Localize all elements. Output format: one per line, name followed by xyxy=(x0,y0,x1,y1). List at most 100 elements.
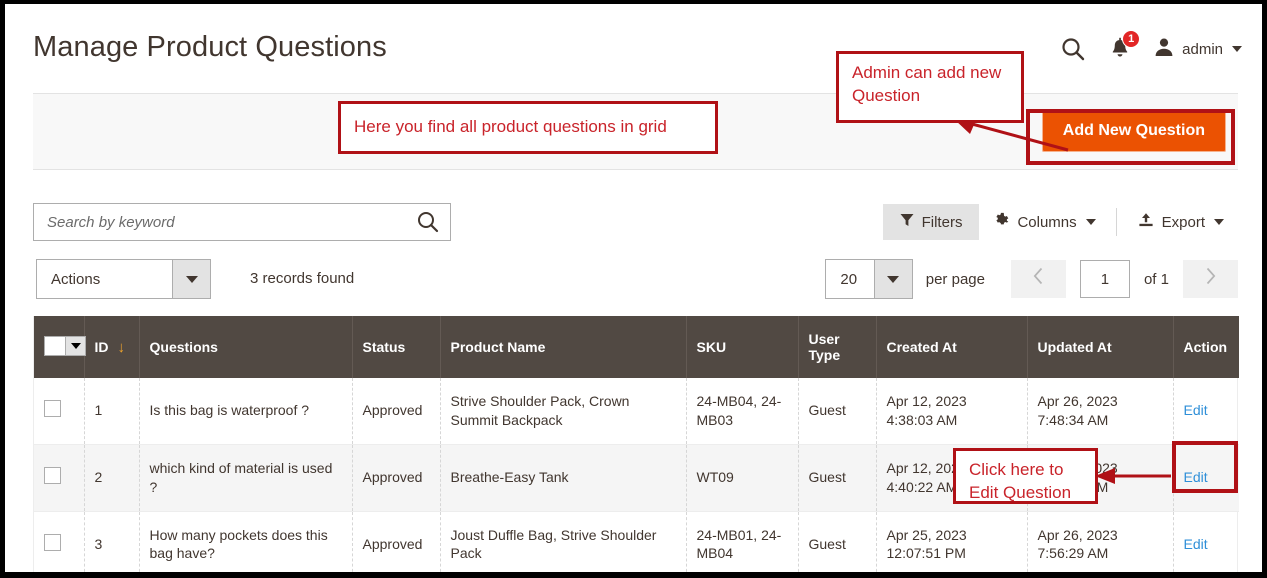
mass-actions-label: Actions xyxy=(37,271,172,288)
row-select-cell[interactable] xyxy=(34,378,84,444)
search-input[interactable] xyxy=(34,214,406,231)
table-row[interactable]: 1 Is this bag is waterproof ? Approved S… xyxy=(34,378,1239,444)
cell-questions: Is this bag is waterproof ? xyxy=(139,378,352,444)
cell-user-type: Guest xyxy=(798,511,876,572)
annotation-edit-note: Click here to Edit Question xyxy=(953,448,1098,504)
cell-created-at: Apr 25, 2023 12:07:51 PM xyxy=(876,511,1027,572)
cell-id: 3 xyxy=(84,511,139,572)
toolbar-divider xyxy=(1116,208,1117,236)
export-button[interactable]: Export xyxy=(1123,203,1238,242)
annotation-arrow-edit xyxy=(1093,466,1175,488)
edit-link[interactable]: Edit xyxy=(1184,402,1208,418)
sort-desc-icon: ↓ xyxy=(118,339,126,356)
cell-status: Approved xyxy=(352,511,440,572)
page-title: Manage Product Questions xyxy=(33,31,387,64)
col-select-all[interactable] xyxy=(34,316,84,378)
row-checkbox[interactable] xyxy=(44,400,61,417)
per-page-select[interactable]: 20 xyxy=(825,259,913,299)
page-header: Manage Product Questions 1 xyxy=(5,4,1262,92)
user-avatar-icon xyxy=(1153,36,1175,63)
search-submit-icon[interactable] xyxy=(406,204,450,240)
row-select-cell[interactable] xyxy=(34,444,84,511)
col-status[interactable]: Status xyxy=(352,316,440,378)
cell-user-type: Guest xyxy=(798,444,876,511)
header-actions: 1 admin xyxy=(1051,30,1242,68)
cell-sku: 24-MB04, 24-MB03 xyxy=(686,378,798,444)
cell-action: Edit xyxy=(1173,378,1239,444)
records-found-label: 3 records found xyxy=(250,270,354,287)
cell-action: Edit xyxy=(1173,511,1239,572)
columns-button[interactable]: Columns xyxy=(979,203,1109,242)
product-questions-grid: ID ↓ Questions Status Product Name SKU Us… xyxy=(33,316,1238,572)
mass-actions-caret[interactable] xyxy=(172,260,210,298)
annotation-highlight-edit-link xyxy=(1172,441,1238,493)
cell-questions: How many pockets does this bag have? xyxy=(139,511,352,572)
select-all-checkbox[interactable] xyxy=(44,336,66,356)
col-sku[interactable]: SKU xyxy=(686,316,798,378)
col-user-type[interactable]: User Type xyxy=(798,316,876,378)
annotation-grid-note-text: Here you find all product questions in g… xyxy=(354,116,667,139)
cell-sku: WT09 xyxy=(686,444,798,511)
row-checkbox[interactable] xyxy=(44,534,61,551)
col-action: Action xyxy=(1173,316,1239,378)
chevron-down-icon xyxy=(1086,219,1096,225)
chevron-down-icon xyxy=(1232,46,1242,52)
search-icon[interactable] xyxy=(1051,30,1095,68)
export-label: Export xyxy=(1162,214,1205,231)
cell-id: 2 xyxy=(84,444,139,511)
chevron-left-icon xyxy=(1033,267,1044,291)
cell-created-at: Apr 12, 2023 4:38:03 AM xyxy=(876,378,1027,444)
cell-updated-at: Apr 26, 2023 7:56:29 AM xyxy=(1027,511,1173,572)
cell-status: Approved xyxy=(352,444,440,511)
notifications-bell-icon[interactable]: 1 xyxy=(1095,30,1145,68)
edit-link[interactable]: Edit xyxy=(1184,536,1208,552)
chevron-down-icon xyxy=(71,343,81,349)
col-id[interactable]: ID ↓ xyxy=(84,316,139,378)
table-row[interactable]: 3 How many pockets does this bag have? A… xyxy=(34,511,1239,572)
page-number-input[interactable] xyxy=(1080,260,1130,298)
questions-table: ID ↓ Questions Status Product Name SKU Us… xyxy=(34,316,1239,572)
grid-toolbar: Filters Columns Ex xyxy=(33,192,1238,252)
columns-label: Columns xyxy=(1017,214,1076,231)
annotation-grid-note: Here you find all product questions in g… xyxy=(338,101,718,154)
admin-username: admin xyxy=(1182,41,1223,58)
cell-updated-at: Apr 26, 2023 7:48:34 AM xyxy=(1027,378,1173,444)
chevron-down-icon xyxy=(1214,219,1224,225)
funnel-icon xyxy=(900,213,914,231)
cell-product-name: Joust Duffle Bag, Strive Shoulder Pack xyxy=(440,511,686,572)
annotation-edit-note-text: Click here to Edit Question xyxy=(969,460,1071,502)
notification-count-badge: 1 xyxy=(1122,30,1140,48)
cell-id: 1 xyxy=(84,378,139,444)
pagination-controls: 20 per page of 1 xyxy=(825,259,1238,299)
cell-product-name: Strive Shoulder Pack, Crown Summit Backp… xyxy=(440,378,686,444)
total-pages-label: of 1 xyxy=(1144,271,1169,288)
filters-button[interactable]: Filters xyxy=(883,204,980,240)
col-updated-at[interactable]: Updated At xyxy=(1027,316,1173,378)
col-id-label: ID xyxy=(95,339,109,355)
table-header-row: ID ↓ Questions Status Product Name SKU Us… xyxy=(34,316,1239,378)
cell-sku: 24-MB01, 24-MB04 xyxy=(686,511,798,572)
select-all-caret[interactable] xyxy=(66,336,86,356)
chevron-right-icon xyxy=(1205,267,1216,291)
cell-user-type: Guest xyxy=(798,378,876,444)
row-select-cell[interactable] xyxy=(34,511,84,572)
gear-icon xyxy=(993,212,1010,233)
previous-page-button[interactable] xyxy=(1011,260,1066,298)
cell-status: Approved xyxy=(352,378,440,444)
cell-product-name: Breathe-Easy Tank xyxy=(440,444,686,511)
annotation-add-note-text: Admin can add new Question xyxy=(852,63,1001,105)
grid-tool-buttons: Filters Columns Ex xyxy=(883,203,1238,241)
col-product-name[interactable]: Product Name xyxy=(440,316,686,378)
per-page-label: per page xyxy=(926,271,985,288)
keyword-search-box[interactable] xyxy=(33,203,451,241)
col-created-at[interactable]: Created At xyxy=(876,316,1027,378)
mass-actions-select[interactable]: Actions xyxy=(36,259,211,299)
admin-menu[interactable]: admin xyxy=(1145,36,1242,63)
grid-subbar: Actions 3 records found 20 per page of 1 xyxy=(33,252,1238,308)
next-page-button[interactable] xyxy=(1183,260,1238,298)
per-page-caret[interactable] xyxy=(874,260,912,298)
row-checkbox[interactable] xyxy=(44,467,61,484)
filters-label: Filters xyxy=(922,214,963,231)
col-questions[interactable]: Questions xyxy=(139,316,352,378)
per-page-value: 20 xyxy=(826,271,874,288)
